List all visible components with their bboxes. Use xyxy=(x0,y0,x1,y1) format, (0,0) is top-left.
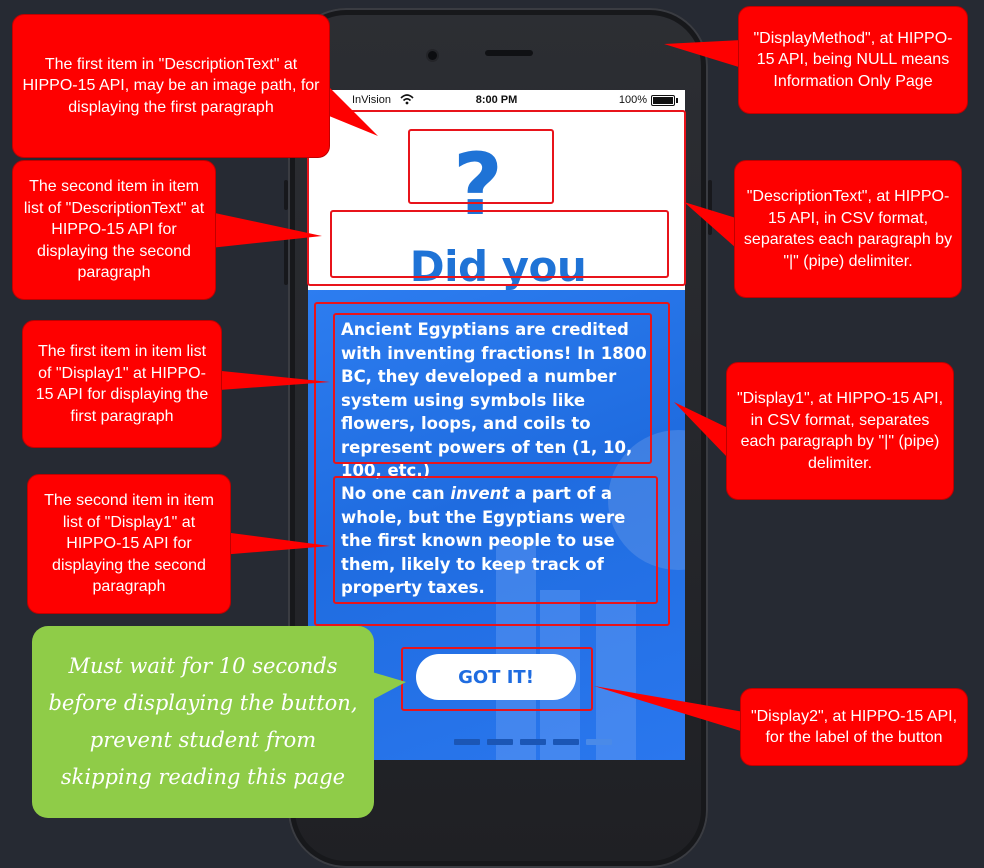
callout-display1-first: The first item in item list of "Display1… xyxy=(22,320,222,448)
callout-display1-second: The second item in item list of "Display… xyxy=(27,474,231,614)
callout-text: Must wait for 10 seconds before displayi… xyxy=(48,654,358,789)
callout-text: The second item in item list of "Descrip… xyxy=(23,178,205,282)
callout-description-first: The first item in "DescriptionText" at H… xyxy=(12,14,330,158)
callout-display-method: "DisplayMethod", at HIPPO-15 API, being … xyxy=(738,6,968,114)
callout-wait-note: Must wait for 10 seconds before displayi… xyxy=(32,626,374,818)
callout-description-text: "DescriptionText", at HIPPO-15 API, in C… xyxy=(734,160,962,298)
callout-text: The first item in item list of "Display1… xyxy=(35,343,209,425)
callout-display1: "Display1", at HIPPO-15 API, in CSV form… xyxy=(726,362,954,500)
callout-text: "Display2", at HIPPO-15 API, for the lab… xyxy=(750,707,958,747)
callout-text: "Display1", at HIPPO-15 API, in CSV form… xyxy=(736,390,944,472)
callout-text: The second item in item list of "Display… xyxy=(44,492,214,596)
callout-display2: "Display2", at HIPPO-15 API, for the lab… xyxy=(740,688,968,766)
callout-description-second: The second item in item list of "Descrip… xyxy=(12,160,216,300)
callout-text: "DescriptionText", at HIPPO-15 API, in C… xyxy=(743,188,953,270)
callout-text: The first item in "DescriptionText" at H… xyxy=(22,55,320,116)
callout-text: "DisplayMethod", at HIPPO-15 API, being … xyxy=(753,29,953,90)
